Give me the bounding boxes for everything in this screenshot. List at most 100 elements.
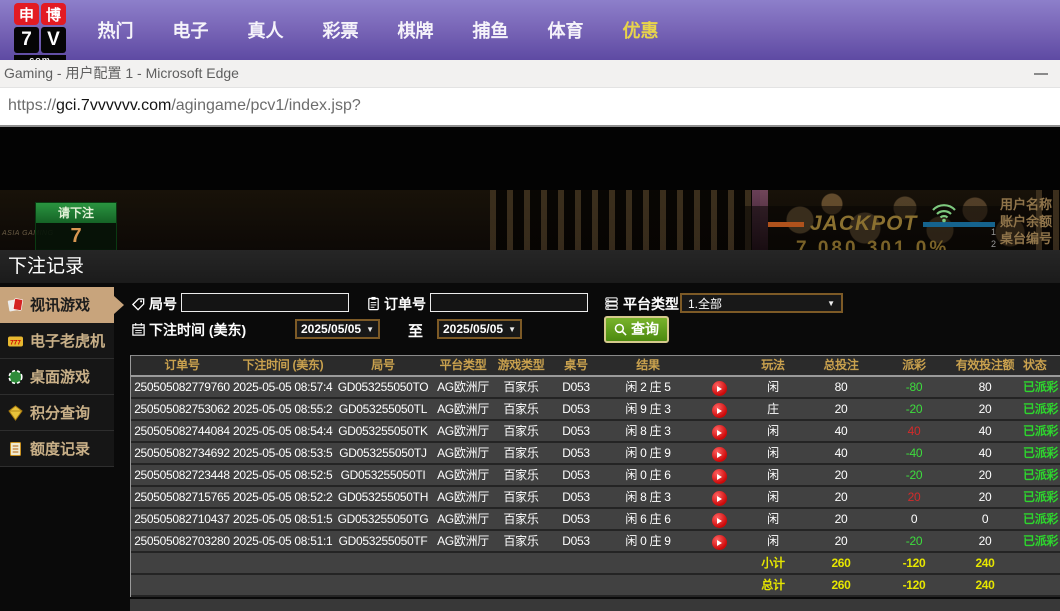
cell-result: 闲 2 庄 5: [603, 377, 693, 397]
sidebar-item-桌面游戏[interactable]: 桌面游戏: [0, 359, 114, 395]
cell-empty: [603, 553, 693, 573]
cell-round-no: GD053255050TJ: [333, 443, 433, 463]
address-bar[interactable]: https://gci.7vvvvvv.com/agingame/pcv1/in…: [0, 88, 1060, 127]
cell-play-video: [693, 487, 745, 507]
date-to-select[interactable]: 2025/05/05 ▼: [437, 319, 522, 339]
cell-game-type: 百家乐: [493, 443, 549, 463]
filter-panel: 局号 订单号 平台类型 1.全部 ▼: [0, 283, 1060, 351]
nav-item-7[interactable]: 体育: [528, 17, 603, 43]
sidebar-item-积分查询[interactable]: 积分查询: [0, 395, 114, 431]
cell-empty: [131, 575, 233, 595]
table-row: 2505050827440842025-05-05 08:54:40GD0532…: [131, 421, 1060, 443]
cell-play-video: [693, 399, 745, 419]
wifi-icon: [930, 200, 958, 229]
cell-play-type: 闲: [745, 421, 801, 441]
cell-payout: -20: [881, 399, 947, 419]
url-domain: gci.7vvvvvv.com: [56, 97, 171, 114]
cell-status: 已派彩: [1023, 443, 1060, 463]
cell-payout: -40: [881, 443, 947, 463]
bet-prompt-label: 请下注: [36, 203, 116, 223]
round-no-input[interactable]: [181, 293, 349, 312]
calendar-icon: [131, 322, 146, 337]
cell-bet-time: 2025-05-05 08:54:40: [233, 421, 333, 441]
play-video-icon[interactable]: [712, 535, 727, 550]
play-triangle: [717, 518, 722, 524]
cell-valid-bet: 20: [947, 399, 1023, 419]
date-from-select[interactable]: 2025/05/05 ▼: [295, 319, 380, 339]
site-logo[interactable]: 申 博 7 V com: [14, 3, 66, 60]
play-video-icon[interactable]: [712, 425, 727, 440]
page-title-bar: 下注记录: [0, 250, 1060, 283]
play-video-icon[interactable]: [712, 491, 727, 506]
nav-item-3[interactable]: 真人: [228, 17, 303, 43]
play-video-icon[interactable]: [712, 513, 727, 528]
table-header: 订单号下注时间 (美东)局号平台类型游戏类型桌号结果玩法总投注派彩有效投注额状态: [131, 356, 1060, 377]
cell-status: 已派彩: [1023, 465, 1060, 485]
cell-round-no: GD053255050TK: [333, 421, 433, 441]
cell-game-type: 百家乐: [493, 509, 549, 529]
cell-empty: [333, 575, 433, 595]
jackpot-orange-bar: [768, 222, 804, 227]
cell-valid-bet: 20: [947, 465, 1023, 485]
cell-game-type: 百家乐: [493, 377, 549, 397]
nav-item-4[interactable]: 彩票: [303, 17, 378, 43]
sidebar-item-label: 额度记录: [30, 438, 90, 459]
cell-valid-bet: 40: [947, 421, 1023, 441]
search-button[interactable]: 查询: [604, 316, 669, 343]
cell-empty: [493, 575, 549, 595]
cell-play-type: 闲: [745, 487, 801, 507]
date-to-value: 2025/05/05: [443, 322, 503, 336]
grand-total-row-payout: -120: [881, 575, 947, 595]
sidebar-item-额度记录[interactable]: 额度记录: [0, 431, 114, 467]
cell-play-video: [693, 443, 745, 463]
play-video-icon[interactable]: [712, 381, 727, 396]
cell-total-bet: 20: [801, 399, 881, 419]
cell-payout: 0: [881, 509, 947, 529]
cell-result: 闲 0 庄 9: [603, 531, 693, 551]
cell-platform: AG欧洲厅: [433, 377, 493, 397]
cell-play-type: 闲: [745, 465, 801, 485]
cell-empty: [693, 575, 745, 595]
cell-empty: [233, 553, 333, 573]
sidebar-item-label: 桌面游戏: [30, 366, 90, 387]
cell-platform: AG欧洲厅: [433, 443, 493, 463]
points-icon: [7, 405, 24, 421]
table-row: 2505050827530622025-05-05 08:55:26GD0532…: [131, 399, 1060, 421]
nav-item-8[interactable]: 优惠: [603, 17, 678, 43]
table-footer-spacer: [130, 599, 1060, 611]
cell-empty: [131, 553, 233, 573]
nav-item-2[interactable]: 电子: [153, 17, 228, 43]
subtotal-row-payout: -120: [881, 553, 947, 573]
play-triangle: [717, 496, 722, 502]
jackpot-value: 7,080,301.0%: [768, 238, 1018, 250]
jackpot-label: JACKPOT: [810, 212, 917, 236]
nav-item-1[interactable]: 热门: [78, 17, 153, 43]
banner-stripes-decor: [490, 190, 760, 250]
main-content: 视讯游戏777电子老虎机桌面游戏积分查询额度记录 局号 订单号: [0, 283, 1060, 611]
play-video-icon[interactable]: [712, 403, 727, 418]
cell-empty: [233, 575, 333, 595]
column-header: 订单号: [131, 356, 233, 375]
cell-empty: [433, 553, 493, 573]
play-video-icon[interactable]: [712, 447, 727, 462]
cell-play-video: [693, 509, 745, 529]
platform-select[interactable]: 1.全部 ▼: [680, 293, 843, 313]
minimize-button[interactable]: [1034, 73, 1048, 75]
cell-game-type: 百家乐: [493, 531, 549, 551]
cell-play-video: [693, 465, 745, 485]
window-title-bar: Gaming - 用户配置 1 - Microsoft Edge: [0, 60, 1060, 88]
cell-play-video: [693, 421, 745, 441]
logo-badge-bo: 博: [41, 3, 66, 25]
nav-item-5[interactable]: 棋牌: [378, 17, 453, 43]
chevron-down-icon: ▼: [827, 299, 835, 308]
cell-table-no: D053: [549, 531, 603, 551]
cell-order-no: 250505082723448: [131, 465, 233, 485]
order-no-input[interactable]: [430, 293, 588, 312]
cell-play-type: 闲: [745, 509, 801, 529]
play-video-icon[interactable]: [712, 469, 727, 484]
seat-numbers: 12: [991, 226, 996, 250]
column-header: 游戏类型: [493, 356, 549, 375]
grand-total-row-valid-bet: 240: [947, 575, 1023, 595]
nav-item-6[interactable]: 捕鱼: [453, 17, 528, 43]
cell-bet-time: 2025-05-05 08:52:59: [233, 465, 333, 485]
